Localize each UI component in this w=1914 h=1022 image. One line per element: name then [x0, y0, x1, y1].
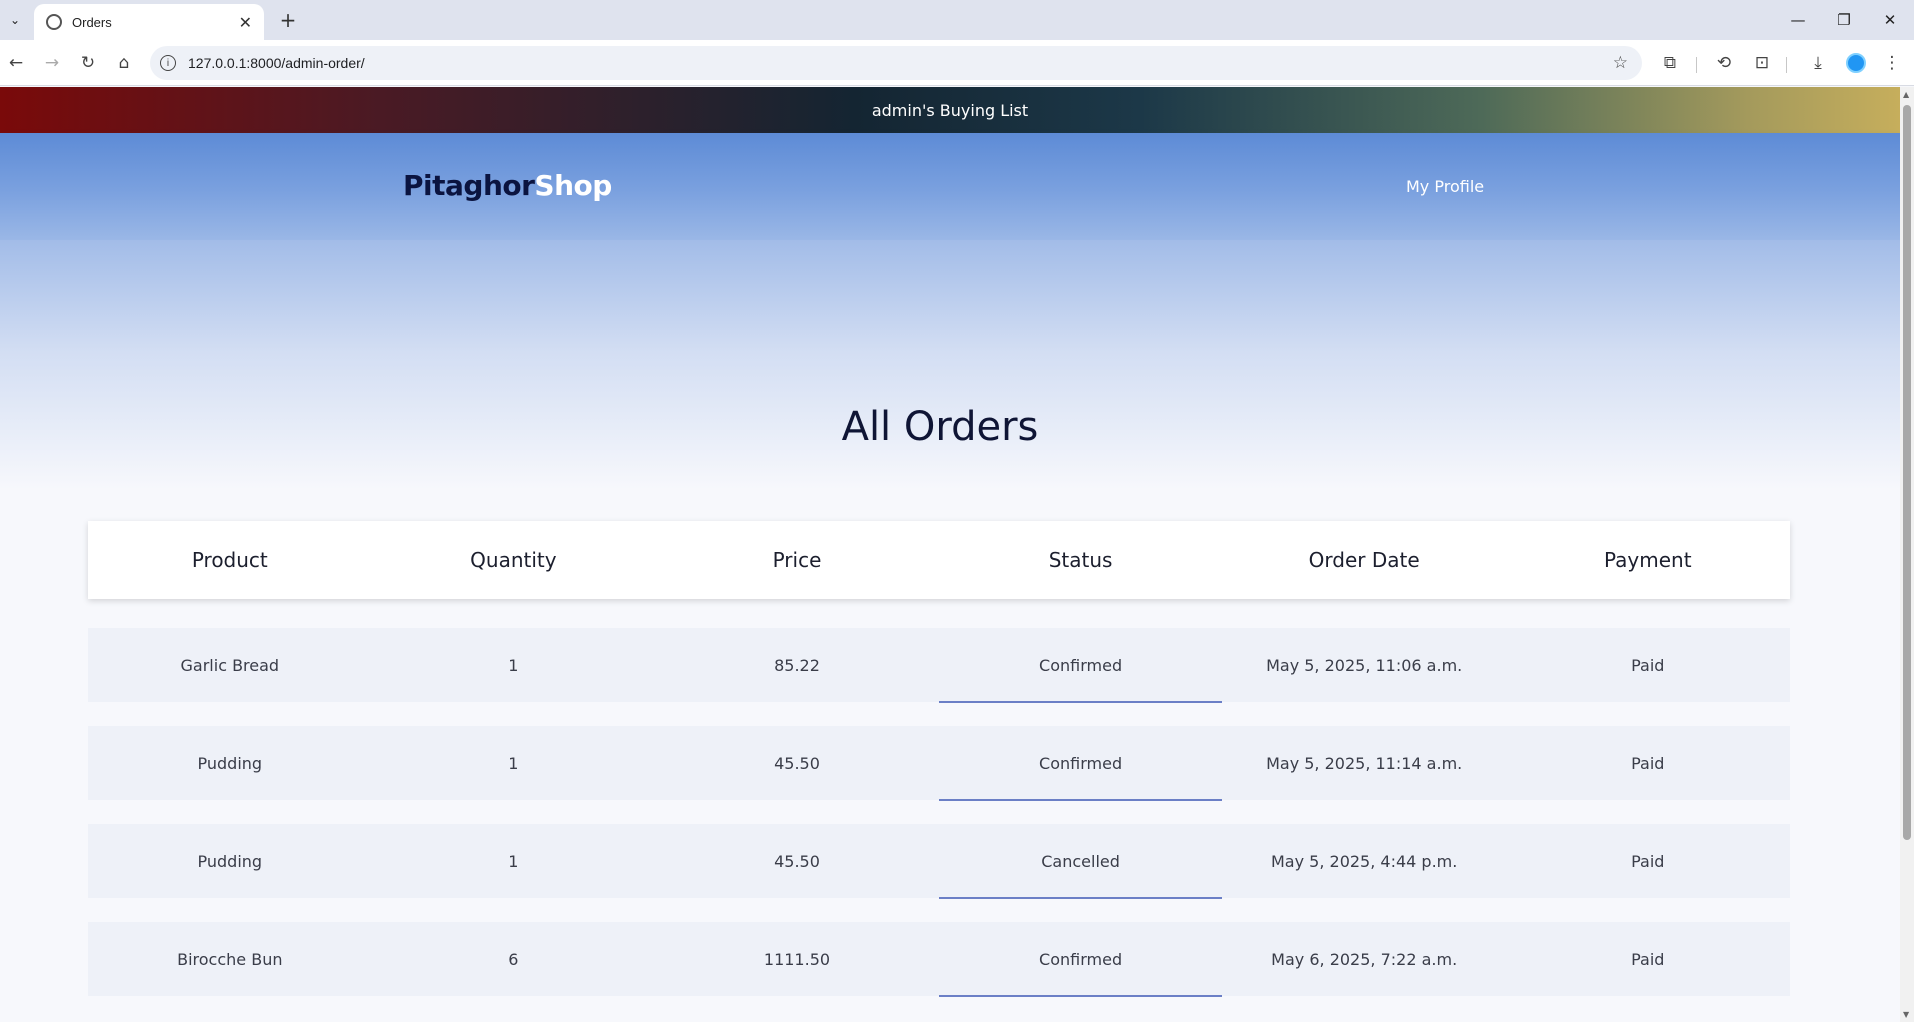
site-navbar: PitaghorShop My Profile: [0, 133, 1900, 240]
site-info-icon[interactable]: i: [160, 55, 176, 71]
site-logo[interactable]: PitaghorShop: [403, 169, 612, 202]
cell-product: Pudding: [197, 851, 263, 871]
bookmark-star-icon[interactable]: ☆: [1613, 53, 1628, 73]
hero-background: [0, 240, 1900, 490]
cell-order-date: May 5, 2025, 11:06 a.m.: [1266, 655, 1463, 675]
table-row: Pudding 1 45.50 Confirmed May 5, 2025, 1…: [88, 726, 1790, 801]
scrollbar-thumb[interactable]: [1903, 105, 1911, 840]
page-scrollbar[interactable]: ▲ ▼: [1900, 87, 1914, 1022]
cell-order-date: May 5, 2025, 11:14 a.m.: [1266, 753, 1463, 773]
browser-toolbar: ← → ↻ ⌂ i 127.0.0.1:8000/admin-order/ ☆ …: [0, 40, 1914, 86]
globe-icon: [46, 14, 62, 30]
forward-icon[interactable]: →: [38, 49, 66, 77]
page-viewport: admin's Buying List PitaghorShop My Prof…: [0, 87, 1900, 1022]
toolbar-divider: [1696, 57, 1697, 73]
page-title: All Orders: [841, 404, 1039, 450]
cell-quantity: 1: [508, 655, 519, 675]
orders-table-header: Product Quantity Price Status Order Date…: [88, 521, 1790, 599]
logo-part-1: Pitaghor: [403, 169, 535, 202]
cell-price: 85.22: [774, 655, 820, 675]
header-product: Product: [191, 548, 268, 572]
table-row: Pudding 1 45.50 Cancelled May 5, 2025, 4…: [88, 824, 1790, 899]
table-row: Birocche Bun 6 1111.50 Confirmed May 6, …: [88, 922, 1790, 997]
header-status: Status: [1048, 548, 1113, 572]
tab-close-icon[interactable]: ✕: [239, 13, 252, 32]
table-row: Garlic Bread 1 85.22 Confirmed May 5, 20…: [88, 628, 1790, 703]
banner-text: admin's Buying List: [871, 100, 1029, 120]
toolbar-divider: [1786, 57, 1787, 73]
cell-quantity: 6: [508, 949, 519, 969]
cell-payment: Paid: [1631, 753, 1665, 773]
cell-payment: Paid: [1631, 949, 1665, 969]
reload-icon[interactable]: ↻: [74, 49, 102, 77]
logo-part-2: Shop: [534, 169, 612, 202]
browser-tabstrip: ⌄ Orders ✕ + — ❐ ✕: [0, 0, 1914, 40]
cell-order-date: May 6, 2025, 7:22 a.m.: [1271, 949, 1458, 969]
tab-title: Orders: [72, 14, 112, 30]
cell-quantity: 1: [508, 753, 519, 773]
cell-quantity: 1: [508, 851, 519, 871]
tab-search-chevron-icon[interactable]: ⌄: [4, 8, 26, 32]
history-icon[interactable]: ⟲: [1710, 49, 1738, 77]
top-banner: admin's Buying List: [0, 87, 1900, 133]
restore-icon[interactable]: ❐: [1824, 6, 1864, 34]
home-icon[interactable]: ⌂: [110, 49, 138, 77]
screenshot-icon[interactable]: ⊡: [1748, 49, 1776, 77]
browser-tab-orders[interactable]: Orders ✕: [34, 4, 264, 40]
cell-status: Confirmed: [938, 628, 1223, 703]
cell-price: 1111.50: [763, 949, 831, 969]
cell-product: Pudding: [197, 753, 263, 773]
header-quantity: Quantity: [470, 548, 557, 572]
cell-payment: Paid: [1631, 851, 1665, 871]
new-tab-icon[interactable]: +: [276, 8, 300, 32]
my-profile-link[interactable]: My Profile: [1406, 177, 1484, 196]
window-close-icon[interactable]: ✕: [1870, 6, 1910, 34]
address-bar[interactable]: i 127.0.0.1:8000/admin-order/ ☆: [150, 46, 1642, 80]
header-order-date: Order Date: [1308, 548, 1420, 572]
url-text[interactable]: 127.0.0.1:8000/admin-order/: [188, 55, 1613, 71]
cell-order-date: May 5, 2025, 4:44 p.m.: [1271, 851, 1458, 871]
cell-price: 45.50: [774, 753, 820, 773]
extensions-icon[interactable]: ⧉: [1656, 49, 1684, 77]
cell-status: Cancelled: [938, 824, 1223, 899]
header-payment: Payment: [1603, 548, 1692, 572]
back-icon[interactable]: ←: [2, 49, 30, 77]
header-price: Price: [772, 548, 822, 572]
minimize-icon[interactable]: —: [1778, 6, 1818, 34]
cell-price: 45.50: [774, 851, 820, 871]
cell-status: Confirmed: [938, 922, 1223, 997]
cell-product: Garlic Bread: [180, 655, 280, 675]
menu-kebab-icon[interactable]: ⋮: [1878, 49, 1906, 77]
scroll-up-icon[interactable]: ▲: [1903, 90, 1909, 99]
cell-product: Birocche Bun: [177, 949, 283, 969]
cell-payment: Paid: [1631, 655, 1665, 675]
profile-avatar[interactable]: [1846, 53, 1866, 73]
download-icon[interactable]: ⤓: [1804, 49, 1832, 77]
scroll-down-icon[interactable]: ▼: [1903, 1010, 1909, 1019]
cell-status: Confirmed: [938, 726, 1223, 801]
